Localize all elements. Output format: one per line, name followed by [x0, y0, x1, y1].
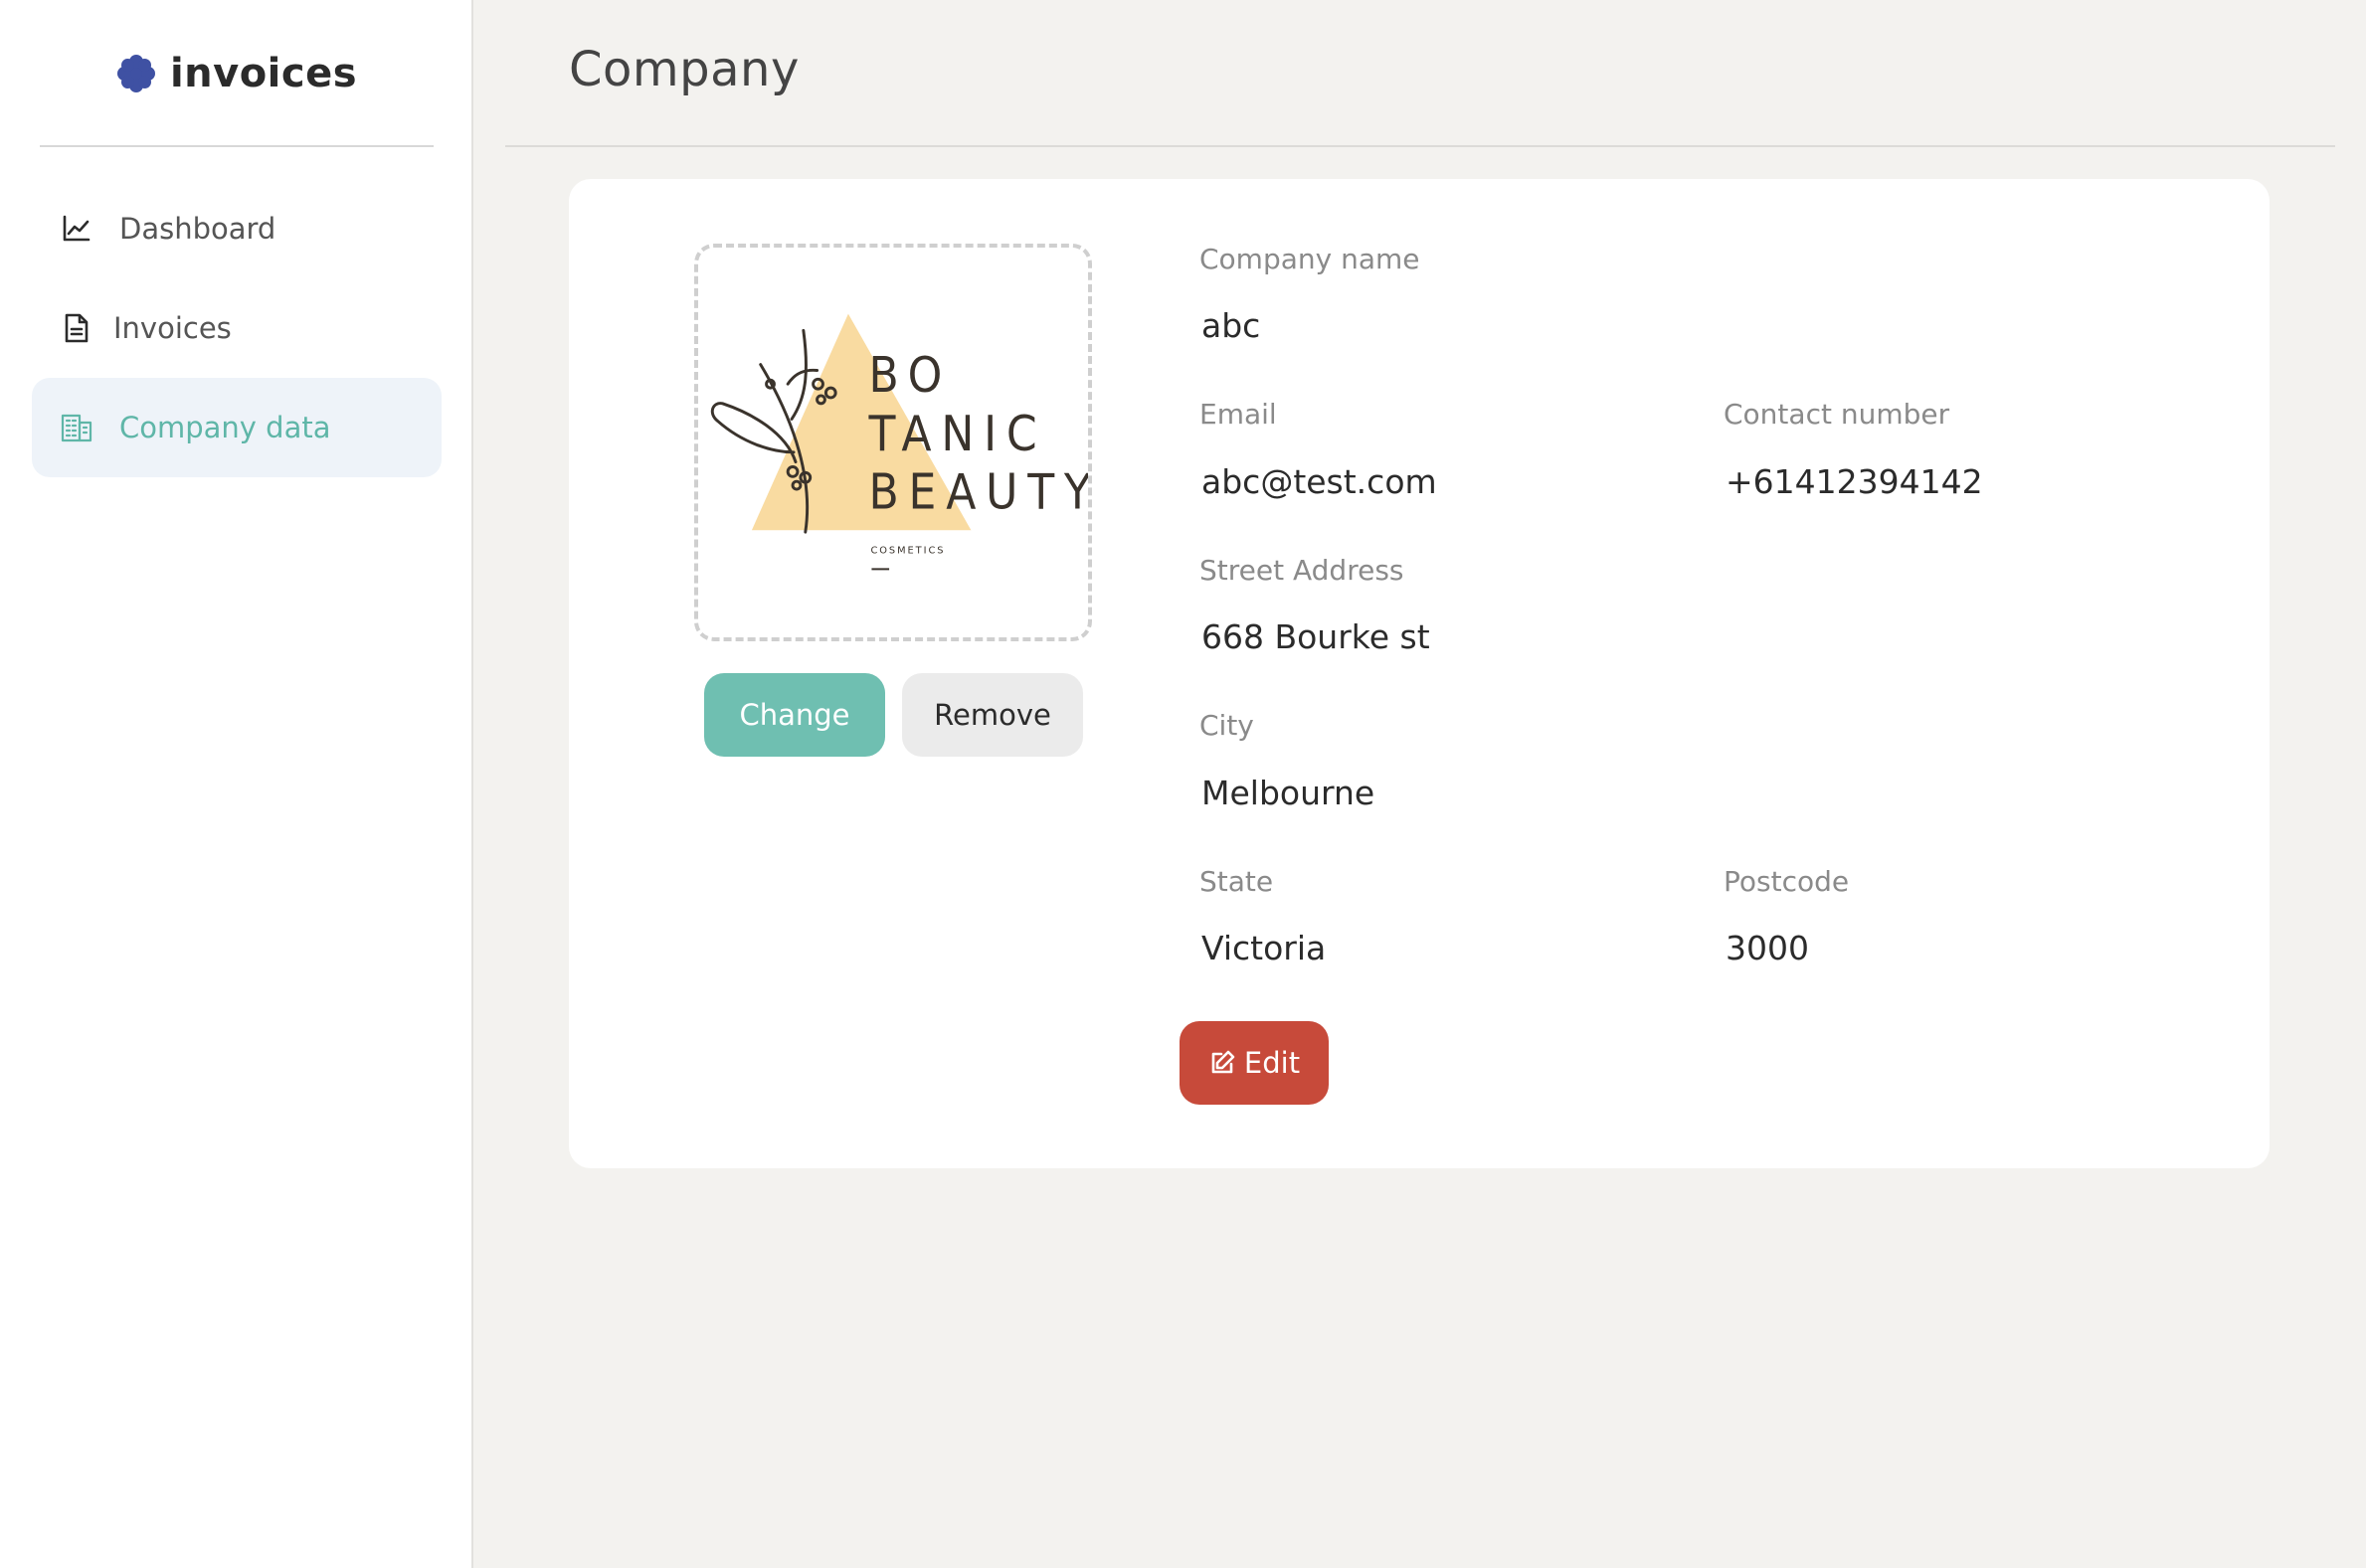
- postcode-label: Postcode: [1724, 865, 1850, 898]
- edit-button[interactable]: Edit: [1180, 1021, 1329, 1105]
- company-name-value: abc: [1201, 306, 1261, 345]
- city-value: Melbourne: [1201, 774, 1375, 812]
- sidebar: invoices Dashboard Invoices Company data: [0, 0, 473, 1568]
- contact-number-label: Contact number: [1724, 398, 1950, 431]
- sidebar-item-dashboard[interactable]: Dashboard: [32, 179, 442, 278]
- postcode-value: 3000: [1726, 929, 1809, 967]
- email-label: Email: [1199, 398, 1277, 431]
- chart-line-icon: [60, 212, 93, 246]
- logo-text-line3: BEAUTY: [869, 464, 1089, 521]
- company-card: BO TANIC BEAUTY COSMETICS Change Remove …: [569, 179, 2270, 1168]
- flower-logo-icon: [116, 55, 155, 92]
- state-label: State: [1199, 865, 1274, 898]
- edit-icon: [1211, 1050, 1235, 1074]
- street-address-label: Street Address: [1199, 554, 1404, 587]
- sidebar-item-label: Company data: [119, 411, 331, 444]
- sidebar-divider: [40, 145, 434, 147]
- state-value: Victoria: [1201, 929, 1327, 967]
- building-icon: [60, 411, 93, 444]
- sidebar-item-invoices[interactable]: Invoices: [32, 278, 442, 378]
- brand-name: invoices: [169, 51, 358, 96]
- brand[interactable]: invoices: [0, 0, 473, 147]
- logo-tagline: COSMETICS: [870, 546, 945, 557]
- sidebar-item-label: Dashboard: [119, 212, 276, 246]
- logo-text-line2: TANIC: [868, 406, 1047, 462]
- change-logo-button[interactable]: Change: [704, 673, 885, 757]
- app-root: invoices Dashboard Invoices Company data…: [0, 0, 2366, 1568]
- company-logo-dropzone[interactable]: BO TANIC BEAUTY COSMETICS: [694, 244, 1092, 641]
- page-title: Company: [569, 42, 800, 97]
- sidebar-item-company-data[interactable]: Company data: [32, 378, 442, 477]
- header-divider: [505, 145, 2335, 147]
- remove-logo-button[interactable]: Remove: [902, 673, 1083, 757]
- company-logo-image: BO TANIC BEAUTY COSMETICS: [710, 313, 1089, 571]
- main-content: Company BO TANIC BEAUTY COSMETICS Change…: [473, 0, 2366, 1568]
- contact-number-value: +61412394142: [1726, 462, 1983, 501]
- sidebar-item-label: Invoices: [113, 311, 232, 345]
- logo-text-line1: BO: [869, 347, 953, 404]
- email-value: abc@test.com: [1201, 462, 1437, 501]
- edit-button-label: Edit: [1243, 1046, 1301, 1080]
- sidebar-nav: Dashboard Invoices Company data: [32, 179, 442, 477]
- file-document-icon: [60, 311, 93, 345]
- city-label: City: [1199, 709, 1254, 742]
- company-name-label: Company name: [1199, 243, 1420, 275]
- street-address-value: 668 Bourke st: [1201, 617, 1430, 656]
